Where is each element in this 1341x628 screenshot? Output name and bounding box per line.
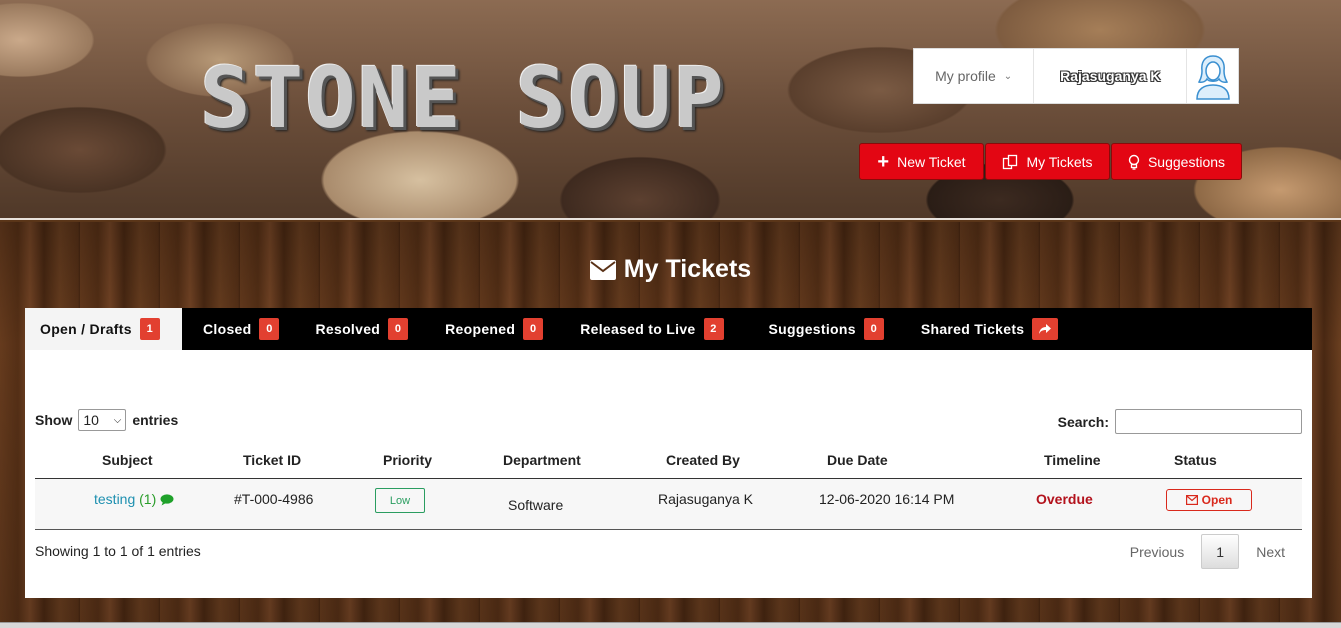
profile-menu-label: My profile bbox=[935, 68, 996, 84]
column-header-due-date[interactable]: Due Date bbox=[827, 452, 888, 468]
site-logo[interactable]: STONE SOUP bbox=[200, 56, 726, 140]
profile-menu-dropdown[interactable]: My profile ⌄ bbox=[914, 49, 1035, 103]
pagination: Previous 1 Next bbox=[1113, 534, 1302, 569]
ticket-subject-link[interactable]: testing (1) bbox=[94, 491, 174, 507]
page-title-text: My Tickets bbox=[623, 255, 752, 283]
tab-resolved[interactable]: Resolved 0 bbox=[293, 308, 422, 350]
column-header-subject[interactable]: Subject bbox=[102, 452, 153, 468]
user-avatar-icon bbox=[1195, 55, 1230, 100]
column-header-created-by[interactable]: Created By bbox=[666, 452, 740, 468]
tab-open-drafts[interactable]: Open / Drafts 1 bbox=[25, 308, 182, 350]
ticket-id: #T-000-4986 bbox=[234, 491, 314, 507]
chevron-down-icon: ⌵ bbox=[113, 414, 122, 426]
table-header: Subject Ticket ID Priority Department Cr… bbox=[35, 444, 1302, 479]
my-tickets-button[interactable]: My Tickets bbox=[985, 143, 1110, 180]
tickets-panel: Show 10 ⌵ entries Search: Subject Ticket… bbox=[25, 350, 1312, 598]
column-header-department[interactable]: Department bbox=[503, 452, 581, 468]
chevron-down-icon: ⌄ bbox=[1003, 70, 1013, 82]
column-header-timeline[interactable]: Timeline bbox=[1044, 452, 1101, 468]
tab-count-badge: 0 bbox=[388, 318, 409, 340]
length-control: Show 10 ⌵ entries bbox=[35, 409, 178, 431]
ticket-tabs: Open / Drafts 1 Closed 0 Resolved 0 Reop… bbox=[25, 308, 1312, 350]
envelope-icon bbox=[1185, 495, 1198, 505]
column-header-status[interactable]: Status bbox=[1174, 452, 1217, 468]
envelope-icon bbox=[589, 259, 616, 280]
ticket-due-date: 12-06-2020 16:14 PM bbox=[819, 491, 955, 507]
user-name: Rajasuganya K bbox=[1060, 68, 1161, 84]
plus-icon: + bbox=[877, 150, 890, 173]
entries-label: entries bbox=[132, 412, 179, 428]
tab-label: Resolved bbox=[315, 321, 381, 337]
search-input[interactable] bbox=[1115, 409, 1302, 434]
show-label: Show bbox=[35, 412, 73, 428]
priority-badge: Low bbox=[375, 488, 425, 513]
page-1-button[interactable]: 1 bbox=[1201, 534, 1240, 569]
tab-count-badge: 0 bbox=[863, 318, 884, 340]
tab-label: Shared Tickets bbox=[920, 321, 1025, 337]
next-page-button[interactable]: Next bbox=[1239, 544, 1302, 560]
tab-count-badge: 2 bbox=[703, 318, 724, 340]
tab-released-to-live[interactable]: Released to Live 2 bbox=[557, 308, 737, 350]
table-row: testing (1) #T-000-4986 Low Software Raj… bbox=[35, 479, 1302, 530]
tab-count-badge: 1 bbox=[139, 318, 160, 340]
tab-label: Open / Drafts bbox=[40, 321, 132, 337]
table-info: Showing 1 to 1 of 1 entries bbox=[35, 543, 201, 559]
search-label: Search: bbox=[1057, 413, 1109, 430]
tab-reopened[interactable]: Reopened 0 bbox=[422, 308, 557, 350]
avatar[interactable] bbox=[1186, 49, 1238, 103]
status-open-button[interactable]: Open bbox=[1166, 489, 1252, 511]
tab-label: Suggestions bbox=[768, 321, 856, 337]
tab-label: Reopened bbox=[445, 321, 516, 337]
header-banner: STONE SOUP My profile ⌄ Rajasuganya K + … bbox=[0, 0, 1341, 220]
tab-label: Released to Live bbox=[580, 321, 696, 337]
suggestions-label: Suggestions bbox=[1147, 153, 1226, 170]
column-header-priority[interactable]: Priority bbox=[383, 452, 432, 468]
profile-box: My profile ⌄ Rajasuganya K bbox=[913, 48, 1239, 104]
share-icon bbox=[1032, 318, 1059, 340]
bottom-taskbar-strip bbox=[0, 622, 1341, 628]
tab-count-badge: 0 bbox=[523, 318, 544, 340]
previous-page-button[interactable]: Previous bbox=[1113, 544, 1201, 560]
tab-suggestions[interactable]: Suggestions 0 bbox=[738, 308, 898, 350]
tab-label: Closed bbox=[203, 321, 252, 337]
tab-closed[interactable]: Closed 0 bbox=[182, 308, 293, 350]
tab-count-badge: 0 bbox=[259, 318, 280, 340]
ticket-timeline: Overdue bbox=[1036, 491, 1093, 507]
tab-shared-tickets[interactable]: Shared Tickets bbox=[898, 308, 1073, 350]
lightbulb-icon bbox=[1128, 154, 1140, 170]
entries-length-select[interactable]: 10 ⌵ bbox=[78, 409, 127, 431]
copy-icon bbox=[1003, 154, 1018, 169]
subject-comment-count: (1) bbox=[139, 491, 157, 507]
new-ticket-button[interactable]: + New Ticket bbox=[859, 143, 984, 180]
search-control: Search: bbox=[1058, 409, 1302, 434]
status-label: Open bbox=[1201, 493, 1233, 507]
page-title: My Tickets bbox=[0, 255, 1341, 284]
length-value: 10 bbox=[83, 412, 99, 428]
comment-icon bbox=[160, 494, 174, 506]
ticket-department: Software bbox=[508, 497, 564, 513]
subject-text: testing bbox=[94, 491, 136, 507]
new-ticket-label: New Ticket bbox=[897, 153, 966, 170]
suggestions-button[interactable]: Suggestions bbox=[1111, 143, 1242, 180]
my-tickets-label: My Tickets bbox=[1026, 153, 1093, 170]
column-header-ticket-id[interactable]: Ticket ID bbox=[243, 452, 301, 468]
ticket-created-by: Rajasuganya K bbox=[658, 491, 753, 507]
